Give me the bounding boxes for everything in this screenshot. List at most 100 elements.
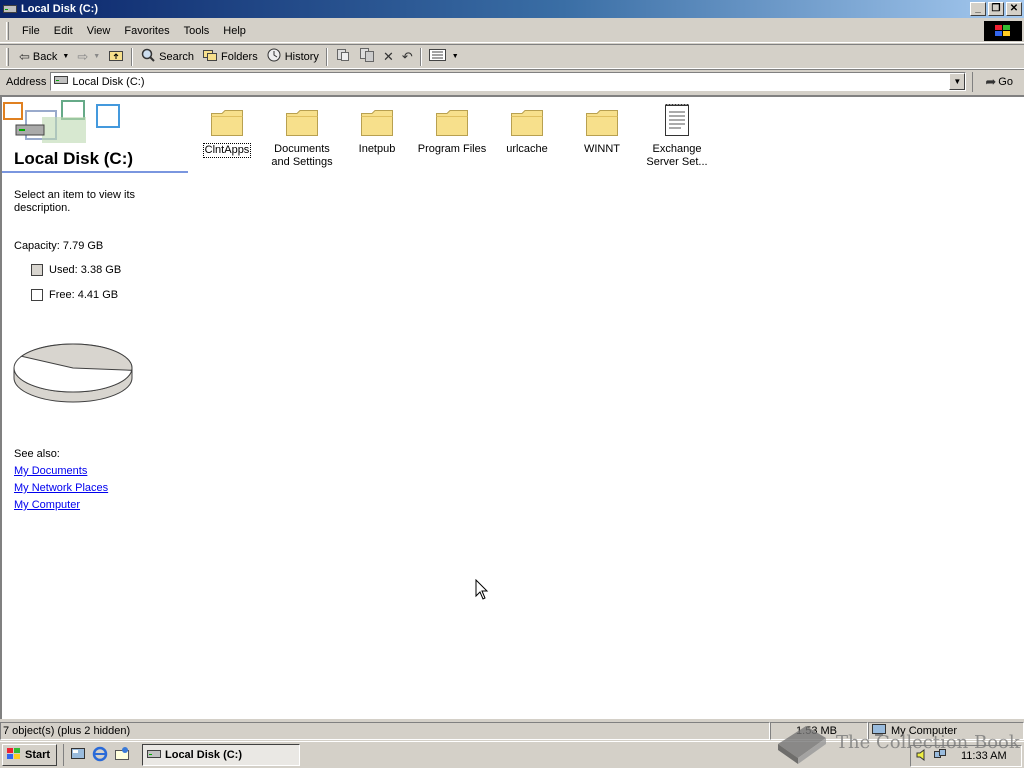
folders-label: Folders [221,50,258,63]
title-bar: Local Disk (C:) _ ❐ ✕ [0,0,1024,18]
file-item-documents-and-settings[interactable]: Documents and Settings [264,101,340,169]
my-documents-link[interactable]: My Documents [14,465,87,477]
menu-tools[interactable]: Tools [177,23,217,39]
folder-icon [286,110,318,136]
free-swatch [31,289,43,301]
folders-icon [202,48,218,65]
address-value: Local Disk (C:) [72,75,145,88]
minimize-button[interactable]: _ [970,2,986,16]
back-button[interactable]: ⇦ Back ▼ [15,46,73,68]
menu-favorites[interactable]: Favorites [117,23,176,39]
move-to-button[interactable] [331,46,355,68]
search-icon [140,47,156,66]
web-view-panel: Local Disk (C:) Select an item to view i… [2,97,188,719]
views-button[interactable]: ▼ [425,46,463,68]
standard-toolbar: ⇦ Back ▼ ⇨ ▼ Search Folders History ✕ ↶ … [0,44,1024,69]
history-icon [266,47,282,66]
watermark: The Collection Book [776,720,1020,764]
menu-view[interactable]: View [80,23,118,39]
menu-grip[interactable] [6,21,9,40]
item-description: Select an item to view its description. [14,189,136,214]
restore-button[interactable]: ❐ [988,2,1004,16]
internet-explorer-icon[interactable] [92,746,108,765]
folder-icon [511,110,543,136]
back-dropdown-icon[interactable]: ▼ [62,53,69,60]
search-label: Search [159,50,195,63]
start-button[interactable]: Start [2,744,57,766]
history-button[interactable]: History [262,46,323,68]
copy-to-icon [359,47,375,66]
address-input[interactable]: Local Disk (C:) ▼ [50,72,967,91]
back-label: Back [32,50,58,63]
file-label: Exchange Server Set... [646,143,708,168]
watermark-text: The Collection Book [836,731,1020,753]
close-button[interactable]: ✕ [1006,2,1022,16]
views-dropdown-icon[interactable]: ▼ [452,53,459,60]
web-view-banner: Local Disk (C:) [2,97,188,173]
free-legend: Free: 4.41 GB [31,289,118,301]
history-label: History [284,50,319,63]
free-text: Free: 4.41 GB [49,289,119,301]
taskbar-button-local-disk[interactable]: Local Disk (C:) [142,744,300,766]
folder-view[interactable]: Local Disk (C:) Select an item to view i… [0,95,1024,719]
outlook-express-icon[interactable] [114,746,130,765]
forward-dropdown-icon[interactable]: ▼ [93,53,100,60]
file-label: urlcache [506,143,548,155]
delete-button[interactable]: ✕ [379,46,398,68]
drive-icon [147,749,161,762]
delete-icon: ✕ [382,49,394,64]
go-label: Go [998,75,1013,88]
file-item-exchange-server-setup[interactable]: Exchange Server Set... [639,101,715,169]
up-folder-button[interactable] [104,46,128,68]
file-item-winnt[interactable]: WINNT [564,101,640,156]
file-item-inetpub[interactable]: Inetpub [339,101,415,156]
disk-usage-pie [13,343,133,403]
folder-icon [361,110,393,136]
forward-arrow-icon: ⇨ [77,49,89,64]
book-logo-icon [778,726,826,764]
see-also-label: See also: [14,448,60,460]
file-item-program-files[interactable]: Program Files [414,101,490,156]
up-folder-icon [108,48,124,65]
menu-help[interactable]: Help [216,23,253,39]
file-label: Inetpub [358,143,396,155]
address-dropdown-button[interactable]: ▼ [949,73,966,90]
used-legend: Used: 3.38 GB [31,264,121,276]
toolbar-separator [131,47,134,66]
file-label: WINNT [583,143,621,155]
file-item-urlcache[interactable]: urlcache [489,101,565,156]
copy-to-button[interactable] [355,46,379,68]
mouse-pointer-icon [475,579,489,600]
windows-flag-icon [6,747,22,764]
file-label: ClntApps [202,143,252,158]
menu-edit[interactable]: Edit [47,23,80,39]
toolbar-grip[interactable] [6,47,9,66]
go-button[interactable]: ➦ Go [972,71,1021,92]
folder-icon [211,110,243,136]
windows-logo-icon [984,21,1022,41]
used-swatch [31,264,43,276]
banner-graphic [3,100,120,143]
folders-button[interactable]: Folders [198,46,262,68]
forward-button[interactable]: ⇨ ▼ [73,46,104,68]
task-label: Local Disk (C:) [165,749,243,761]
undo-button[interactable]: ↶ [398,46,417,68]
views-icon [428,49,447,64]
address-label: Address [6,75,47,88]
window-title: Local Disk (C:) [21,3,99,15]
my-computer-link[interactable]: My Computer [14,499,80,511]
show-desktop-icon[interactable] [70,746,86,765]
text-document-icon [665,104,689,136]
go-arrow-icon: ➦ [985,74,997,89]
toolbar-separator [325,47,328,66]
quick-launch [63,744,136,766]
file-label: Program Files [417,143,487,155]
menu-file[interactable]: File [15,23,47,39]
drive-icon [54,75,69,88]
search-button[interactable]: Search [136,46,198,68]
file-item-clntapps[interactable]: ClntApps [189,101,265,158]
back-arrow-icon: ⇦ [19,49,30,64]
status-objects: 7 object(s) (plus 2 hidden) [0,722,770,740]
my-network-places-link[interactable]: My Network Places [14,482,108,494]
folder-icon [436,110,468,136]
